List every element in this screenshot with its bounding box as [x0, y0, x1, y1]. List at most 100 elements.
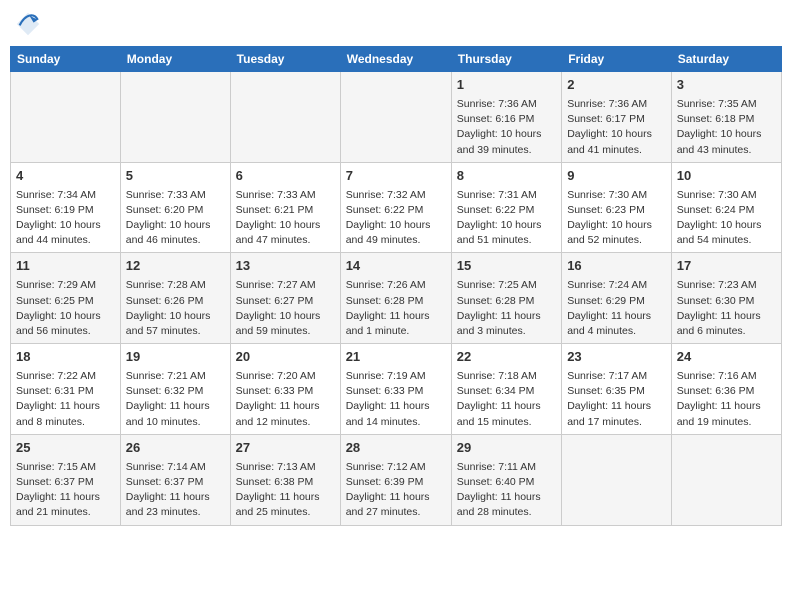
calendar-cell: 9Sunrise: 7:30 AMSunset: 6:23 PMDaylight…: [562, 162, 672, 253]
cell-content-line: Sunrise: 7:22 AM: [16, 369, 115, 384]
cell-content-line: Sunrise: 7:11 AM: [457, 460, 556, 475]
calendar-cell: 7Sunrise: 7:32 AMSunset: 6:22 PMDaylight…: [340, 162, 451, 253]
cell-content-line: Sunrise: 7:30 AM: [567, 188, 666, 203]
cell-content-line: Sunrise: 7:29 AM: [16, 278, 115, 293]
day-number: 28: [346, 439, 446, 458]
cell-content-line: Sunset: 6:37 PM: [16, 475, 115, 490]
cell-content-line: Daylight: 11 hours and 28 minutes.: [457, 490, 556, 520]
cell-content-line: Sunrise: 7:36 AM: [567, 97, 666, 112]
cell-content-line: Sunrise: 7:35 AM: [677, 97, 776, 112]
calendar-cell: [340, 72, 451, 163]
calendar-cell: 2Sunrise: 7:36 AMSunset: 6:17 PMDaylight…: [562, 72, 672, 163]
calendar-body: 1Sunrise: 7:36 AMSunset: 6:16 PMDaylight…: [11, 72, 782, 526]
day-number: 13: [236, 257, 335, 276]
day-number: 19: [126, 348, 225, 367]
cell-content-line: Sunrise: 7:33 AM: [126, 188, 225, 203]
calendar-cell: 6Sunrise: 7:33 AMSunset: 6:21 PMDaylight…: [230, 162, 340, 253]
calendar-cell: 15Sunrise: 7:25 AMSunset: 6:28 PMDayligh…: [451, 253, 561, 344]
logo: [14, 10, 46, 38]
calendar-cell: 1Sunrise: 7:36 AMSunset: 6:16 PMDaylight…: [451, 72, 561, 163]
calendar-cell: 26Sunrise: 7:14 AMSunset: 6:37 PMDayligh…: [120, 434, 230, 525]
header-cell-thursday: Thursday: [451, 47, 561, 72]
cell-content-line: Sunset: 6:34 PM: [457, 384, 556, 399]
cell-content-line: Sunrise: 7:13 AM: [236, 460, 335, 475]
calendar-cell: 8Sunrise: 7:31 AMSunset: 6:22 PMDaylight…: [451, 162, 561, 253]
cell-content-line: Sunset: 6:20 PM: [126, 203, 225, 218]
cell-content-line: Sunset: 6:24 PM: [677, 203, 776, 218]
cell-content-line: Sunrise: 7:31 AM: [457, 188, 556, 203]
day-number: 20: [236, 348, 335, 367]
cell-content-line: Daylight: 11 hours and 10 minutes.: [126, 399, 225, 429]
cell-content-line: Sunset: 6:38 PM: [236, 475, 335, 490]
day-number: 3: [677, 76, 776, 95]
day-number: 22: [457, 348, 556, 367]
cell-content-line: Sunrise: 7:33 AM: [236, 188, 335, 203]
header-cell-saturday: Saturday: [671, 47, 781, 72]
week-row-1: 1Sunrise: 7:36 AMSunset: 6:16 PMDaylight…: [11, 72, 782, 163]
day-number: 18: [16, 348, 115, 367]
cell-content-line: Daylight: 11 hours and 21 minutes.: [16, 490, 115, 520]
header-cell-tuesday: Tuesday: [230, 47, 340, 72]
calendar-cell: 21Sunrise: 7:19 AMSunset: 6:33 PMDayligh…: [340, 344, 451, 435]
cell-content-line: Sunset: 6:22 PM: [346, 203, 446, 218]
calendar-cell: 20 Sunrise: 7:20 AMSunset: 6:33 PMDayligh…: [230, 344, 340, 435]
cell-content-line: Sunset: 6:29 PM: [567, 294, 666, 309]
calendar-cell: 16Sunrise: 7:24 AMSunset: 6:29 PMDayligh…: [562, 253, 672, 344]
day-number: 2: [567, 76, 666, 95]
cell-content-line: Daylight: 11 hours and 17 minutes.: [567, 399, 666, 429]
calendar-cell: [230, 72, 340, 163]
cell-content-line: Sunrise: 7:15 AM: [16, 460, 115, 475]
cell-content-line: Sunrise: 7:26 AM: [346, 278, 446, 293]
header-cell-monday: Monday: [120, 47, 230, 72]
cell-content-line: Sunrise: 7:21 AM: [126, 369, 225, 384]
cell-content-line: Sunrise: 7:18 AM: [457, 369, 556, 384]
cell-content-line: Daylight: 10 hours and 49 minutes.: [346, 218, 446, 248]
cell-content-line: Sunset: 6:21 PM: [236, 203, 335, 218]
cell-content-line: Sunrise: 7:25 AM: [457, 278, 556, 293]
cell-content-line: Daylight: 11 hours and 25 minutes.: [236, 490, 335, 520]
cell-content-line: Daylight: 11 hours and 6 minutes.: [677, 309, 776, 339]
day-number: 24: [677, 348, 776, 367]
calendar-cell: 3Sunrise: 7:35 AMSunset: 6:18 PMDaylight…: [671, 72, 781, 163]
day-number: 7: [346, 167, 446, 186]
calendar-cell: 4Sunrise: 7:34 AMSunset: 6:19 PMDaylight…: [11, 162, 121, 253]
cell-content-line: Sunset: 6:27 PM: [236, 294, 335, 309]
cell-content-line: Sunrise: 7:12 AM: [346, 460, 446, 475]
cell-content-line: Sunrise: 7:20 AM: [236, 369, 335, 384]
day-number: 4: [16, 167, 115, 186]
cell-content-line: Daylight: 11 hours and 4 minutes.: [567, 309, 666, 339]
day-number: 16: [567, 257, 666, 276]
cell-content-line: Sunset: 6:35 PM: [567, 384, 666, 399]
calendar-cell: 13Sunrise: 7:27 AMSunset: 6:27 PMDayligh…: [230, 253, 340, 344]
logo-icon: [14, 10, 42, 38]
calendar-cell: 17Sunrise: 7:23 AMSunset: 6:30 PMDayligh…: [671, 253, 781, 344]
day-number: 27: [236, 439, 335, 458]
day-number: 21: [346, 348, 446, 367]
cell-content-line: Sunset: 6:19 PM: [16, 203, 115, 218]
calendar-cell: 29Sunrise: 7:11 AMSunset: 6:40 PMDayligh…: [451, 434, 561, 525]
cell-content-line: Sunrise: 7:14 AM: [126, 460, 225, 475]
cell-content-line: Sunset: 6:25 PM: [16, 294, 115, 309]
calendar-cell: [120, 72, 230, 163]
cell-content-line: Daylight: 11 hours and 8 minutes.: [16, 399, 115, 429]
calendar-cell: 23Sunrise: 7:17 AMSunset: 6:35 PMDayligh…: [562, 344, 672, 435]
calendar-cell: 28Sunrise: 7:12 AMSunset: 6:39 PMDayligh…: [340, 434, 451, 525]
cell-content-line: Daylight: 11 hours and 14 minutes.: [346, 399, 446, 429]
calendar-cell: 19Sunrise: 7:21 AMSunset: 6:32 PMDayligh…: [120, 344, 230, 435]
cell-content-line: Daylight: 10 hours and 57 minutes.: [126, 309, 225, 339]
header-cell-wednesday: Wednesday: [340, 47, 451, 72]
cell-content-line: Sunset: 6:33 PM: [236, 384, 335, 399]
cell-content-line: Sunrise: 7:34 AM: [16, 188, 115, 203]
calendar-table: SundayMondayTuesdayWednesdayThursdayFrid…: [10, 46, 782, 526]
day-number: 12: [126, 257, 225, 276]
calendar-cell: 27 Sunrise: 7:13 AMSunset: 6:38 PMDayligh…: [230, 434, 340, 525]
cell-content-line: Daylight: 11 hours and 23 minutes.: [126, 490, 225, 520]
calendar-cell: 11Sunrise: 7:29 AMSunset: 6:25 PMDayligh…: [11, 253, 121, 344]
cell-content-line: Sunrise: 7:23 AM: [677, 278, 776, 293]
cell-content-line: Daylight: 10 hours and 51 minutes.: [457, 218, 556, 248]
cell-content-line: Sunrise: 7:28 AM: [126, 278, 225, 293]
cell-content-line: Daylight: 11 hours and 12 minutes.: [236, 399, 335, 429]
cell-content-line: Sunrise: 7:19 AM: [346, 369, 446, 384]
week-row-5: 25Sunrise: 7:15 AMSunset: 6:37 PMDayligh…: [11, 434, 782, 525]
calendar-cell: 12Sunrise: 7:28 AMSunset: 6:26 PMDayligh…: [120, 253, 230, 344]
